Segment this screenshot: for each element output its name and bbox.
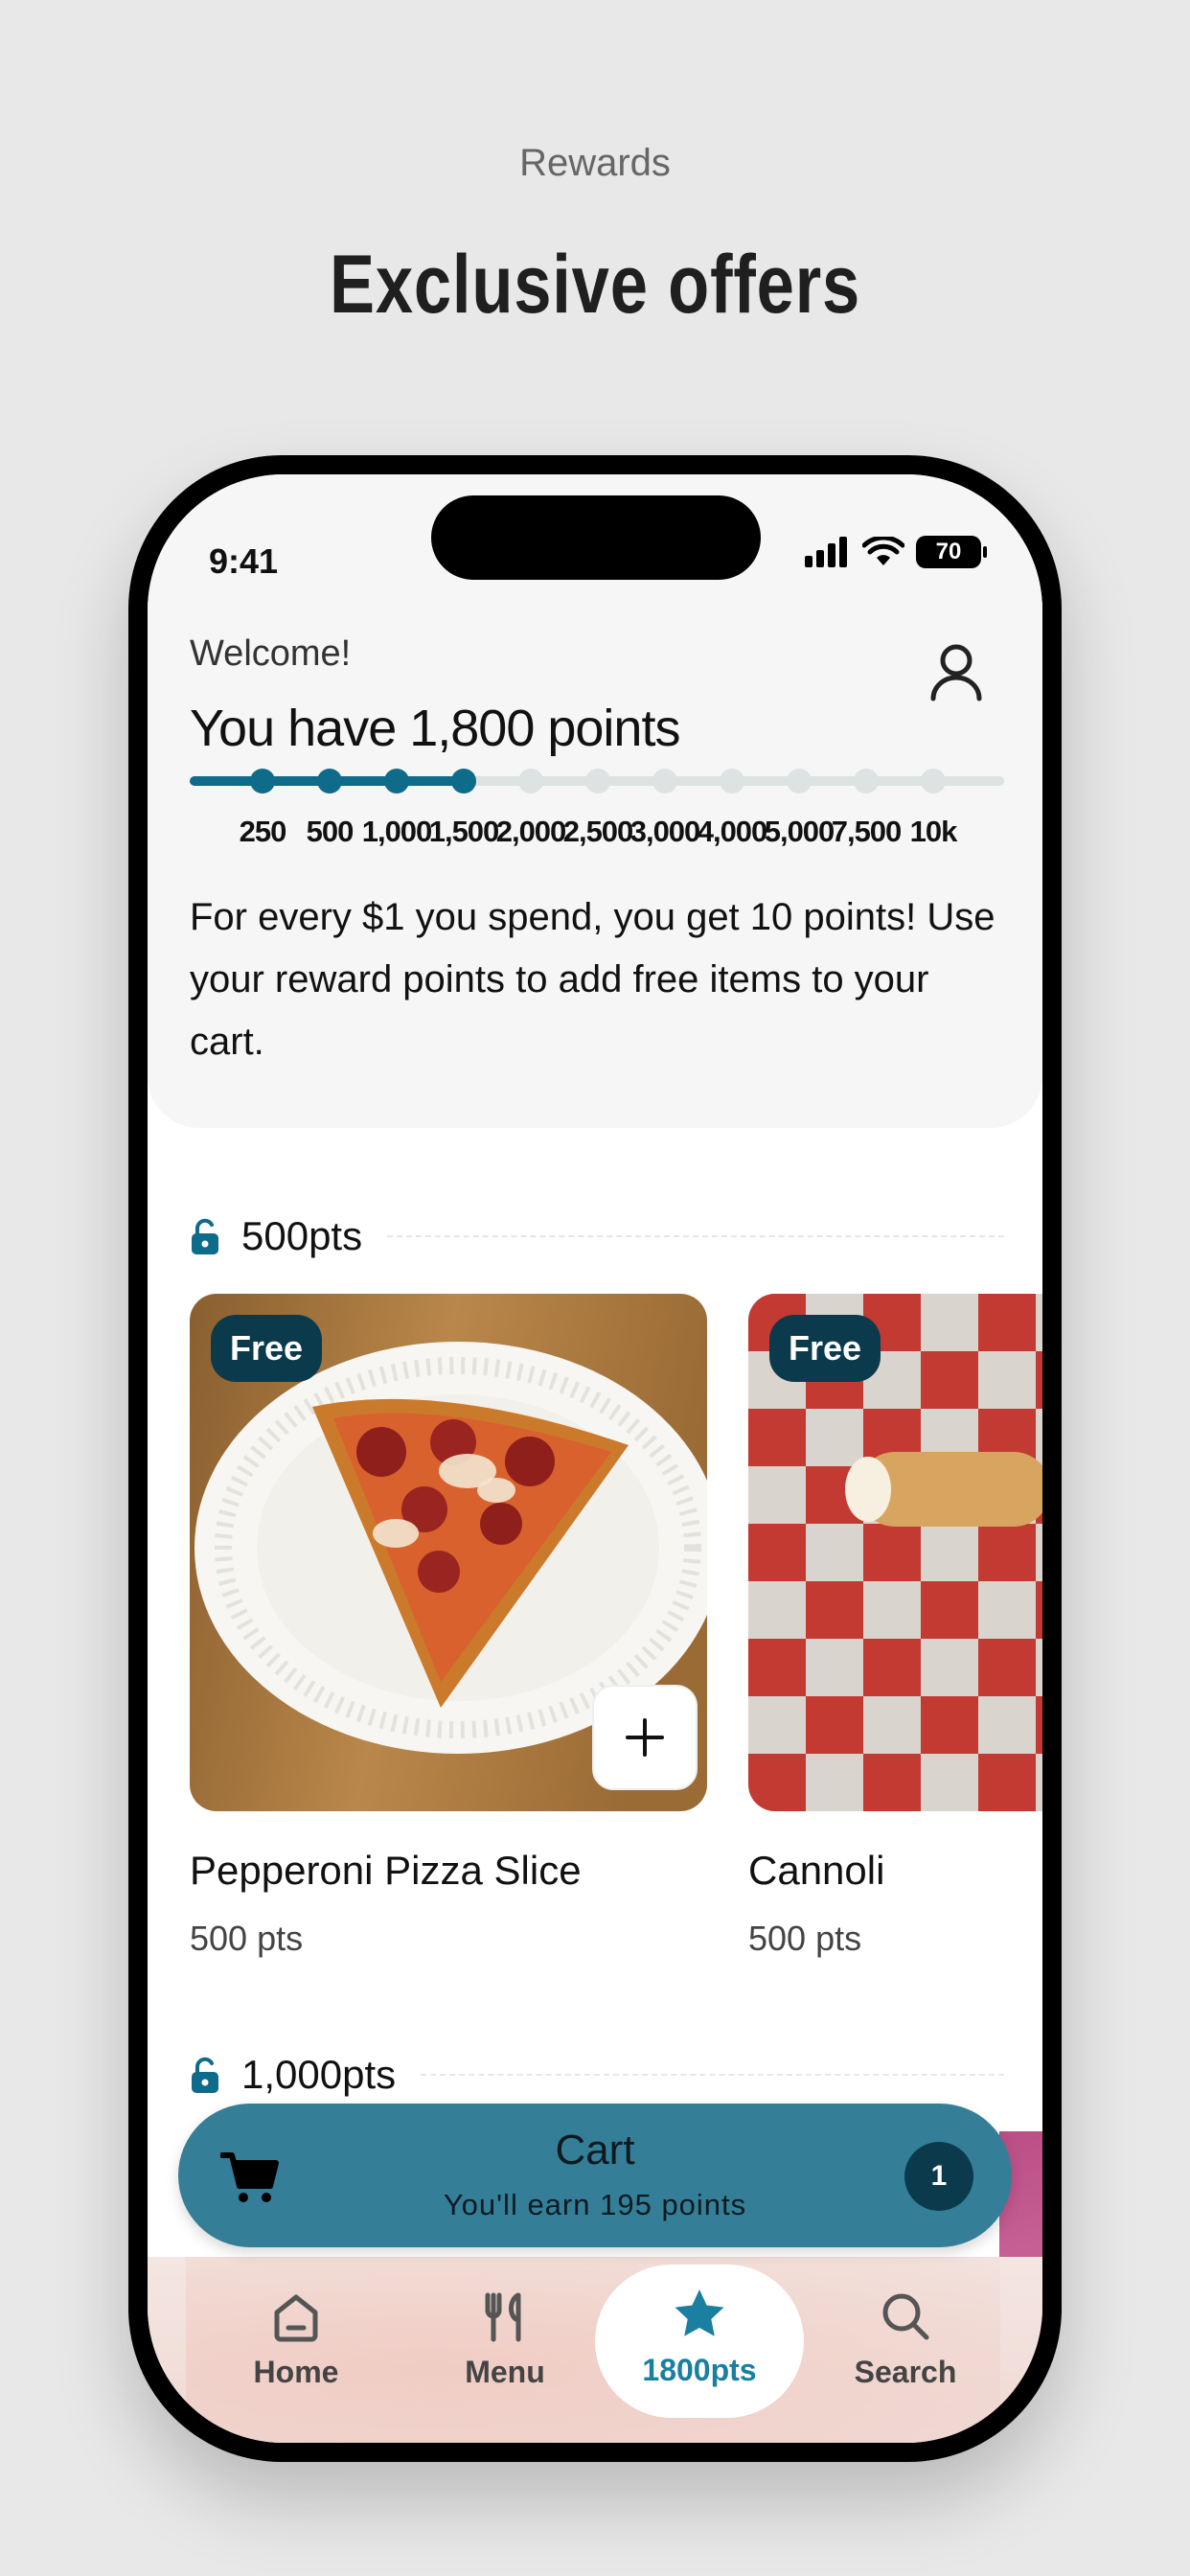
milestone-label: 7,500 xyxy=(831,815,903,848)
tab-label: 1800pts xyxy=(642,2353,757,2387)
milestone-label: 500 xyxy=(306,815,355,848)
milestone-labels: 250 500 1,000 1,500 2,000 2,500 3,000 4,000 5,00… xyxy=(190,815,1004,853)
tab-label: Home xyxy=(253,2355,339,2389)
milestone-dot xyxy=(384,769,409,794)
points-progress-bar xyxy=(190,769,1004,794)
free-badge: Free xyxy=(211,1315,323,1382)
milestone-dot xyxy=(518,769,543,794)
tab-home[interactable]: Home xyxy=(210,2276,382,2410)
profile-icon[interactable] xyxy=(927,641,985,702)
battery-indicator: 70 xyxy=(916,536,987,568)
milestone-dot xyxy=(317,769,342,794)
reward-card[interactable]: Free Cannoli 500 pts xyxy=(748,1294,1042,1959)
points-header: Welcome! You have 1,800 points 250 500 1,0… xyxy=(148,599,1042,1128)
tier-divider xyxy=(387,1235,1004,1237)
milestone-dot xyxy=(585,769,610,794)
add-to-cart-button[interactable] xyxy=(592,1685,698,1790)
cannoli-image: Free xyxy=(748,1294,1042,1811)
star-icon xyxy=(675,2289,724,2336)
milestone-dot xyxy=(250,769,275,794)
signal-icon xyxy=(805,537,847,567)
reward-points: 500 pts xyxy=(748,1919,862,1958)
tab-menu[interactable]: Menu xyxy=(419,2276,591,2410)
milestone-dot xyxy=(720,769,744,794)
cart-count-badge: 1 xyxy=(904,2142,973,2211)
reward-name: Pepperoni Pizza Slice xyxy=(190,1848,582,1893)
milestone-label: 3,000 xyxy=(629,815,701,848)
milestone-dot xyxy=(787,769,812,794)
tab-label: Search xyxy=(854,2355,957,2389)
reward-name: Cannoli xyxy=(748,1848,885,1893)
tab-search[interactable]: Search xyxy=(819,2276,992,2410)
promo-title: Exclusive offers xyxy=(329,239,861,331)
milestone-dot xyxy=(652,769,677,794)
milestone-dot xyxy=(854,769,879,794)
promo-eyebrow: Rewards xyxy=(519,142,671,184)
utensils-icon xyxy=(485,2292,521,2342)
tier-label: 1,000pts xyxy=(241,2052,397,2097)
milestone-label: 250 xyxy=(239,815,287,848)
points-balance: You have 1,800 points xyxy=(190,700,680,757)
home-icon xyxy=(274,2294,318,2342)
milestone-label: 10k xyxy=(909,815,958,848)
welcome-text: Welcome! xyxy=(190,633,352,674)
rewards-rules-text: For every $1 you spend, you get 10 point… xyxy=(190,896,995,1063)
phone-screen: 9:41 70 Welcome! You have 1,800 points 2… xyxy=(148,474,1042,2443)
cart-button[interactable]: Cart You'll earn 195 points 1 xyxy=(178,2104,1012,2247)
unlock-icon xyxy=(192,2057,218,2093)
status-icons: 70 xyxy=(803,536,987,568)
tab-label: Menu xyxy=(465,2355,545,2389)
tier-divider xyxy=(421,2074,1004,2076)
status-time: 9:41 xyxy=(209,541,279,581)
tier-label: 500pts xyxy=(241,1213,363,1258)
tab-rewards[interactable]: 1800pts xyxy=(595,2265,804,2418)
cart-earn-text: You'll earn 195 points xyxy=(443,2188,747,2221)
milestone-label: 1,000 xyxy=(361,815,433,848)
reward-points: 500 pts xyxy=(190,1919,304,1958)
tier-header-500: 500pts xyxy=(190,1208,1004,1265)
tier-header-1000: 1,000pts xyxy=(190,2046,1004,2104)
milestone-dot xyxy=(451,769,476,794)
cart-title: Cart xyxy=(555,2127,635,2174)
milestone-label: 5,000 xyxy=(764,815,835,848)
milestone-label: 1,500 xyxy=(428,815,500,848)
dynamic-island xyxy=(431,495,761,580)
wifi-icon xyxy=(862,537,904,565)
milestone-dot xyxy=(921,769,946,794)
unlock-icon xyxy=(192,1218,218,1254)
status-bar: 9:41 70 xyxy=(148,474,1042,599)
pizza-image: Free xyxy=(190,1294,707,1811)
milestone-label: 2,000 xyxy=(495,815,567,848)
milestone-label: 2,500 xyxy=(562,815,634,848)
reward-card[interactable]: Free Pepperoni Pizza Slice 500 pts xyxy=(190,1294,707,1959)
milestone-label: 4,000 xyxy=(697,815,768,848)
phone-frame: 9:41 70 Welcome! You have 1,800 points 2… xyxy=(128,455,1062,2462)
plus-icon xyxy=(626,1718,664,1757)
free-badge: Free xyxy=(769,1315,881,1382)
search-icon xyxy=(882,2293,929,2340)
